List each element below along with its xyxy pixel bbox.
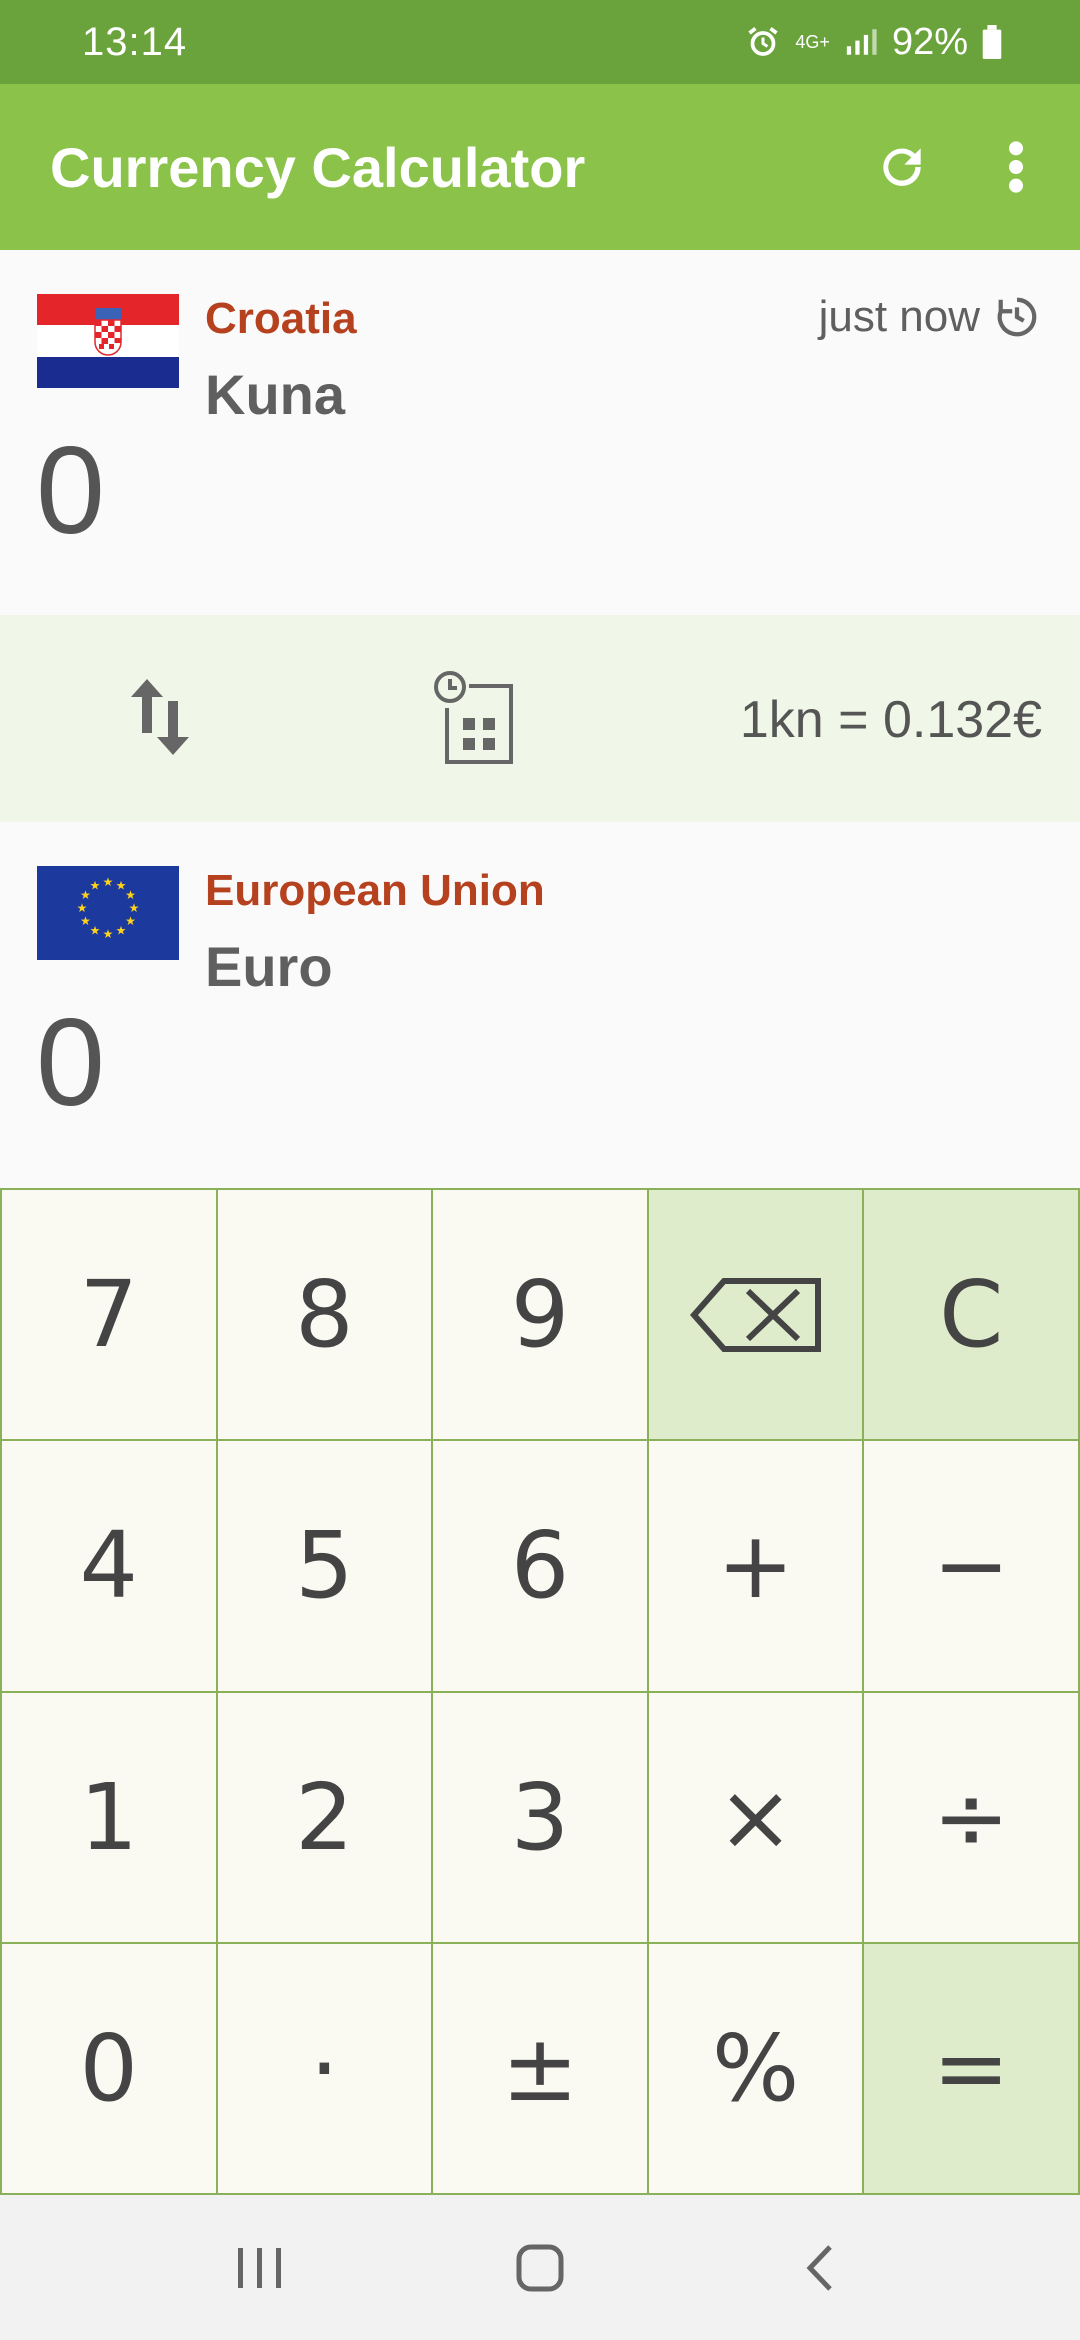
signal-icon [844, 26, 878, 58]
home-icon [516, 2244, 564, 2291]
from-currency-panel[interactable]: Croatia Kuna 0 just now [0, 250, 1080, 615]
svg-text:★: ★ [90, 924, 101, 938]
key-4[interactable]: 4 [2, 1441, 218, 1693]
exchange-rate: 1kn = 0.132€ [739, 691, 1042, 749]
status-icons: 4G+ 92% [745, 21, 1002, 64]
refresh-button[interactable] [852, 117, 952, 217]
svg-text:★: ★ [77, 901, 88, 915]
plus-minus-key[interactable]: ± [433, 1943, 649, 2195]
more-vert-icon [1009, 141, 1023, 193]
to-currency-name: Euro [205, 935, 333, 998]
key-1[interactable]: 1 [2, 1692, 218, 1944]
svg-text:★: ★ [129, 901, 140, 915]
from-country-name: Croatia [205, 294, 357, 343]
key-2[interactable]: 2 [217, 1692, 434, 1944]
percent-key[interactable]: % [648, 1943, 865, 2195]
svg-text:★: ★ [125, 914, 136, 928]
app-root: 13:14 4G+ 92% Currency Calculator Croati… [0, 0, 1080, 2340]
svg-text:★: ★ [103, 875, 114, 889]
from-currency-name: Kuna [205, 363, 345, 426]
battery-icon [982, 25, 1002, 59]
recents-button[interactable] [200, 2218, 320, 2318]
back-icon [806, 2244, 832, 2291]
more-options-button[interactable] [966, 117, 1066, 217]
svg-text:★: ★ [125, 888, 136, 902]
history-calculator-icon [434, 671, 513, 764]
minus-key[interactable]: − [864, 1441, 1080, 1693]
home-button[interactable] [480, 2218, 600, 2318]
svg-text:★: ★ [116, 924, 127, 938]
swap-icon [131, 679, 189, 755]
key-9[interactable]: 9 [433, 1190, 649, 1442]
app-title: Currency Calculator [50, 135, 586, 199]
decimal-key[interactable]: · [217, 1943, 434, 2195]
svg-text:★: ★ [80, 914, 91, 928]
exchange-rate-bar: 1kn = 0.132€ [0, 615, 1080, 822]
network-type: 4G+ [795, 32, 830, 52]
key-7[interactable]: 7 [2, 1190, 218, 1442]
rate-history-button[interactable] [420, 663, 530, 773]
key-6[interactable]: 6 [433, 1441, 649, 1693]
backspace-key[interactable] [648, 1190, 865, 1442]
to-country-name: European Union [205, 866, 545, 915]
keypad: 7 8 9 C 4 5 6 + − 1 2 3 × ÷ 0 · ± % = [0, 1188, 1080, 2195]
eu-flag[interactable]: ★ ★ ★ ★ ★ ★ ★ ★ ★ ★ ★ ★ [37, 866, 179, 960]
status-bar: 13:14 4G+ 92% [0, 0, 1080, 84]
svg-text:★: ★ [103, 927, 114, 941]
back-button[interactable] [760, 2218, 880, 2318]
update-history-icon [997, 297, 1037, 337]
equals-key[interactable]: = [864, 1943, 1080, 2195]
battery-percent: 92% [891, 20, 968, 63]
app-bar: Currency Calculator [0, 84, 1080, 250]
from-amount: 0 [36, 422, 105, 560]
last-updated-text: just now [818, 292, 980, 341]
system-nav-bar [0, 2195, 1080, 2340]
divide-key[interactable]: ÷ [864, 1692, 1080, 1944]
to-currency-panel[interactable]: ★ ★ ★ ★ ★ ★ ★ ★ ★ ★ ★ ★ European Union E… [0, 822, 1080, 1188]
multiply-key[interactable]: × [648, 1692, 865, 1944]
plus-key[interactable]: + [648, 1441, 865, 1693]
swap-currencies-button[interactable] [110, 667, 210, 767]
refresh-icon [883, 148, 921, 186]
key-8[interactable]: 8 [217, 1190, 434, 1442]
last-updated[interactable]: just now [819, 292, 1040, 342]
key-3[interactable]: 3 [433, 1692, 649, 1944]
svg-text:★: ★ [90, 879, 101, 893]
status-time: 13:14 [82, 19, 188, 64]
recents-icon [238, 2247, 281, 2288]
key-5[interactable]: 5 [217, 1441, 434, 1693]
alarm-icon [745, 24, 781, 60]
croatia-flag[interactable] [37, 294, 179, 388]
to-amount: 0 [36, 994, 105, 1132]
clear-key[interactable]: C [864, 1190, 1080, 1442]
backspace-icon [689, 1277, 821, 1352]
key-0[interactable]: 0 [2, 1943, 218, 2195]
